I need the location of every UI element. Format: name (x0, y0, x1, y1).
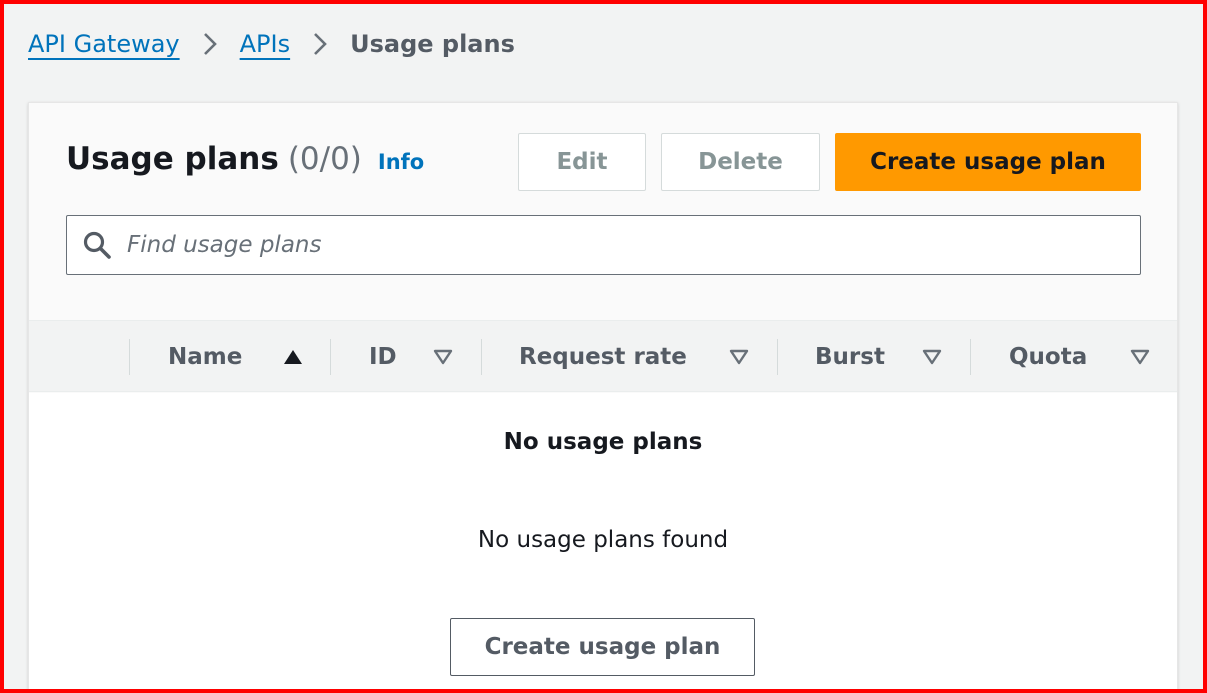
breadcrumb-current: Usage plans (350, 30, 515, 58)
column-header-name[interactable]: Name (168, 321, 242, 393)
search-input[interactable] (127, 216, 1140, 274)
search-icon (67, 216, 127, 274)
empty-create-usage-plan-button[interactable]: Create usage plan (450, 618, 755, 676)
sort-icon[interactable] (1130, 349, 1150, 365)
column-header-request-rate[interactable]: Request rate (519, 321, 687, 393)
page-title-text: Usage plans (66, 141, 279, 177)
create-usage-plan-button[interactable]: Create usage plan (835, 133, 1141, 191)
empty-state-description: No usage plans found (477, 527, 729, 553)
column-divider (129, 339, 130, 375)
sort-icon[interactable] (729, 349, 749, 365)
info-link[interactable]: Info (378, 150, 424, 174)
edit-button[interactable]: Edit (518, 133, 646, 191)
sort-icon[interactable] (433, 349, 453, 365)
sort-ascending-icon[interactable] (283, 349, 303, 365)
column-divider (481, 339, 482, 375)
column-header-id[interactable]: ID (369, 321, 397, 393)
item-count: (0/0) (287, 141, 362, 177)
column-header-quota[interactable]: Quota (1009, 321, 1087, 393)
empty-state: No usage plans No usage plans found Crea… (29, 393, 1177, 693)
breadcrumb-apis[interactable]: APIs (240, 30, 290, 58)
page-title: Usage plans (0/0) Info (66, 141, 424, 177)
empty-state-title: No usage plans (503, 429, 703, 455)
column-divider (330, 339, 331, 375)
column-divider (970, 339, 971, 375)
delete-button[interactable]: Delete (661, 133, 820, 191)
sort-icon[interactable] (922, 349, 942, 365)
table-header: Name ID Request rate Burst Quota (29, 320, 1177, 392)
chevron-right-icon (290, 32, 350, 56)
column-divider (777, 339, 778, 375)
chevron-right-icon (180, 32, 240, 56)
breadcrumb-api-gateway[interactable]: API Gateway (28, 30, 180, 58)
breadcrumb: API Gateway APIs Usage plans (28, 26, 515, 62)
usage-plans-panel: Usage plans (0/0) Info Edit Delete Creat… (28, 102, 1178, 693)
search-box (66, 215, 1141, 275)
column-header-burst[interactable]: Burst (815, 321, 885, 393)
